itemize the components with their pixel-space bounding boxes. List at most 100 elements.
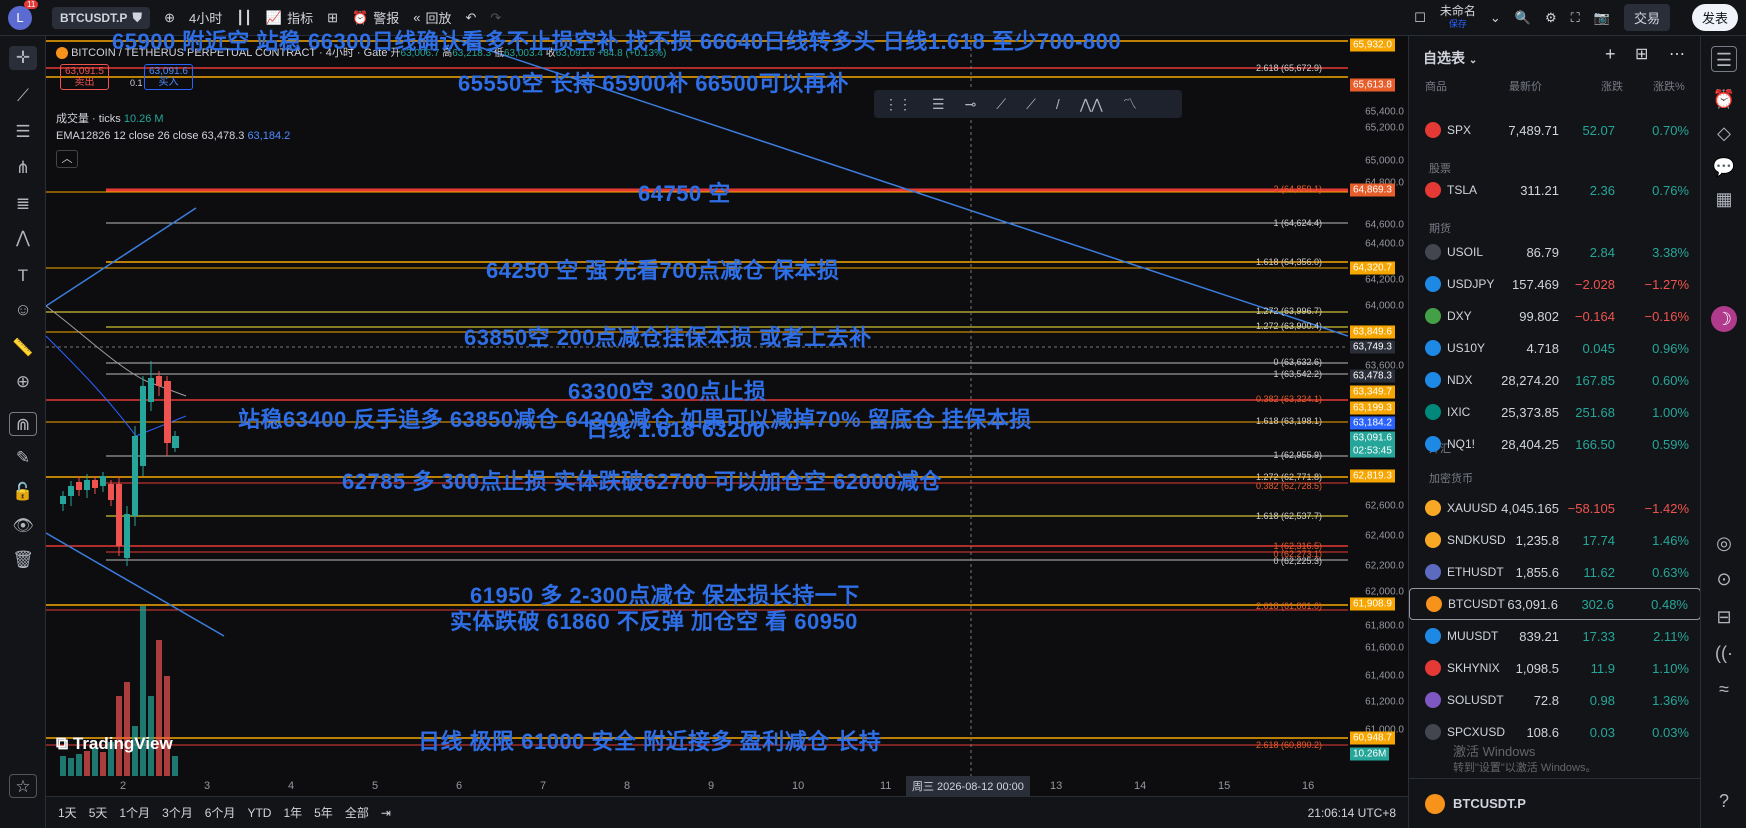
sell-button[interactable]: 63,091.5 卖出 (60, 64, 109, 90)
watchlist-row[interactable]: USDJPY 157.469 −2.028 −1.27% (1409, 268, 1701, 300)
eye-icon[interactable]: 👁 (9, 514, 37, 538)
annotation[interactable]: 64250 空 强 先看700点减仓 保本损 (486, 253, 839, 285)
collapse-legend-button[interactable]: ︿ (56, 150, 78, 168)
fib-icon[interactable]: ≣ (9, 192, 37, 216)
chat-icon[interactable]: 💬 (1711, 154, 1737, 180)
annotation[interactable]: 65550空 长持 65900补 66500可以再补 (458, 66, 849, 98)
tradingview-logo[interactable]: ⧉ TradingView (56, 734, 173, 754)
gear-icon[interactable]: ⚙ (1545, 10, 1557, 26)
layout-icon[interactable]: ⊞ (1635, 44, 1648, 64)
chevron-down-icon[interactable]: ⌄ (1469, 55, 1477, 66)
col-last[interactable]: 最新价 (1509, 78, 1542, 94)
ema-legend[interactable]: EMA12826 12 close 26 close 63,478.3 63,1… (56, 130, 290, 142)
watchlist-title[interactable]: 自选表 (1423, 50, 1465, 66)
watchlist-footer[interactable]: BTCUSDT.P (1409, 778, 1701, 828)
broadcast-icon[interactable]: ((· (1711, 640, 1737, 666)
range-5y[interactable]: 5年 (314, 804, 333, 821)
fullscreen-icon[interactable]: ⛶ (1571, 10, 1580, 26)
speed-icon[interactable]: ◎ (1711, 530, 1737, 556)
watchlist-row[interactable]: XAUUSD 4,045.165 −58.105 −1.42% (1409, 492, 1701, 524)
goto-date-icon[interactable]: ⇥ (381, 806, 391, 820)
drag-handle-icon[interactable]: ⋮⋮ (884, 96, 912, 113)
range-3m[interactable]: 3个月 (162, 804, 193, 821)
range-6m[interactable]: 6个月 (205, 804, 236, 821)
emoji-icon[interactable]: ☺ (9, 298, 37, 322)
range-1y[interactable]: 1年 (283, 804, 302, 821)
fullscreen-toggle-icon[interactable]: ☐ (1414, 10, 1426, 26)
text-icon[interactable]: T (9, 264, 37, 288)
range-1m[interactable]: 1个月 (119, 804, 150, 821)
range-ytd[interactable]: YTD (247, 806, 271, 820)
ray-icon[interactable]: ⟋ (996, 96, 1006, 113)
calendar-icon[interactable]: ▦ (1711, 186, 1737, 212)
pattern-icon[interactable]: ⋀ (9, 226, 37, 250)
watchlist-row[interactable]: SOLUSDT 72.8 0.98 1.36% (1409, 684, 1701, 716)
col-symbol[interactable]: 商品 (1425, 78, 1447, 94)
layers-icon[interactable]: ◇ (1711, 120, 1737, 146)
horizontal-lines-icon[interactable]: ☰ (9, 120, 37, 144)
trash-icon[interactable]: 🗑 (9, 548, 37, 572)
avatar[interactable]: L 11 (8, 0, 39, 30)
layout-name[interactable]: 未命名 保存 (1440, 4, 1476, 31)
watchlist-row[interactable]: BTCUSDT 63,091.6 302.6 0.48% (1409, 588, 1701, 620)
annotation[interactable]: 63850空 200点减仓挂保本损 或者上去补 (464, 320, 872, 352)
add-symbol-icon[interactable]: + (1605, 44, 1616, 65)
annotation[interactable]: 62785 多 300点止损 实体跌破62700 可以加仓空 62000减仓 (342, 464, 942, 496)
watchlist-row[interactable]: SKHYNIX 1,098.5 11.9 1.10% (1409, 652, 1701, 684)
path-icon[interactable]: ⋀⋀ (1080, 96, 1103, 113)
pitchfork-icon[interactable]: ⋔ (9, 156, 37, 180)
watchlist-row[interactable]: NQ1! 28,404.25 166.50 0.59% (1409, 428, 1701, 460)
publish-button[interactable]: 发表 (1691, 4, 1738, 31)
watchlist-section[interactable]: 期货 (1429, 220, 1451, 236)
dom-icon[interactable]: ⊟ (1711, 604, 1737, 630)
help-icon[interactable]: ? (1711, 788, 1737, 814)
magnet-icon[interactable]: ⋒ (9, 412, 37, 436)
watchlist-row[interactable]: US10Y 4.718 0.045 0.96% (1409, 332, 1701, 364)
trend-line-tool-icon[interactable]: ⟋ (1026, 96, 1036, 113)
alerts-icon[interactable]: ⏰ (1711, 86, 1737, 112)
range-5d[interactable]: 5天 (89, 804, 108, 821)
volume-legend[interactable]: 成交量 · ticks 10.26 M (56, 110, 164, 126)
more-icon[interactable]: ⋯ (1669, 44, 1685, 64)
watchlist-row[interactable]: SPX 7,489.71 52.07 0.70% (1409, 114, 1701, 146)
trade-button[interactable]: 交易 (1623, 4, 1670, 31)
watchlist-icon[interactable]: ☰ (1711, 46, 1737, 72)
signal-icon[interactable]: ⊙ (1711, 566, 1737, 592)
search-icon[interactable]: 🔍 (1515, 10, 1531, 26)
range-all[interactable]: 全部 (345, 804, 369, 821)
annotation[interactable]: 64750 空 (638, 176, 731, 208)
buy-button[interactable]: 63,091.6 买入 (144, 64, 193, 90)
trend-line-icon[interactable]: ⟋ (9, 84, 37, 108)
watchlist-row[interactable]: NDX 28,274.20 167.85 0.60% (1409, 364, 1701, 396)
annotation[interactable]: 日线 1.618 63200 (586, 412, 765, 444)
watchlist-row[interactable]: MUUSDT 839.21 17.33 2.11% (1409, 620, 1701, 652)
flow-icon[interactable]: ≈ (1711, 676, 1737, 702)
horizontal-ray-icon[interactable]: ⊸ (965, 96, 977, 113)
lock-icon[interactable]: 🔓 (9, 480, 37, 504)
crosshair-icon[interactable]: ✛ (9, 46, 37, 70)
ideas-icon[interactable]: ☽ (1711, 306, 1737, 332)
annotation[interactable]: 日线 极限 61000 安全 附近接多 盈利减仓 长持 (418, 724, 881, 756)
line-tool-icon[interactable]: / (1056, 96, 1060, 112)
chevron-down-icon[interactable]: ⌄ (1490, 10, 1501, 26)
watchlist-row[interactable]: USOIL 86.79 2.84 3.38% (1409, 236, 1701, 268)
camera-icon[interactable]: 📷 (1594, 10, 1610, 26)
multi-line-icon[interactable]: ☰ (932, 96, 945, 113)
col-pct[interactable]: 涨跌% (1653, 78, 1685, 94)
zoom-icon[interactable]: ⊕ (9, 370, 37, 394)
watchlist-row[interactable]: DXY 99.802 −0.164 −0.16% (1409, 300, 1701, 332)
clock[interactable]: 21:06:14 UTC+8 (1308, 806, 1396, 820)
col-change[interactable]: 涨跌 (1601, 78, 1623, 94)
watchlist-section[interactable]: 加密货币 (1429, 470, 1473, 486)
star-icon[interactable]: ☆ (9, 774, 37, 798)
watchlist-row[interactable]: SNDKUSDT 1,235.8 17.74 1.46% (1409, 524, 1701, 556)
time-axis[interactable]: 2 3 4 5 6 7 8 9 10 11 13 14 15 16 周三 202… (46, 776, 1348, 796)
watchlist-row[interactable]: IXIC 25,373.85 251.68 1.00% (1409, 396, 1701, 428)
annotation[interactable]: 实体跌破 61860 不反弹 加仓空 看 60950 (450, 604, 858, 636)
annotation[interactable]: 65900 附近空 站稳 66300日线确认看多不止损空补 找不损 66640日… (112, 24, 1121, 56)
watchlist-row[interactable]: TSLA 311.21 2.36 0.76% (1409, 174, 1701, 206)
polyline-icon[interactable]: 〽 (1123, 94, 1137, 114)
ruler-icon[interactable]: 📏 (9, 336, 37, 360)
chart-area[interactable]: BITCOIN / TETHERUS PERPETUAL CONTRACT · … (46, 29, 1408, 828)
pencil-lock-icon[interactable]: ✎ (9, 446, 37, 470)
